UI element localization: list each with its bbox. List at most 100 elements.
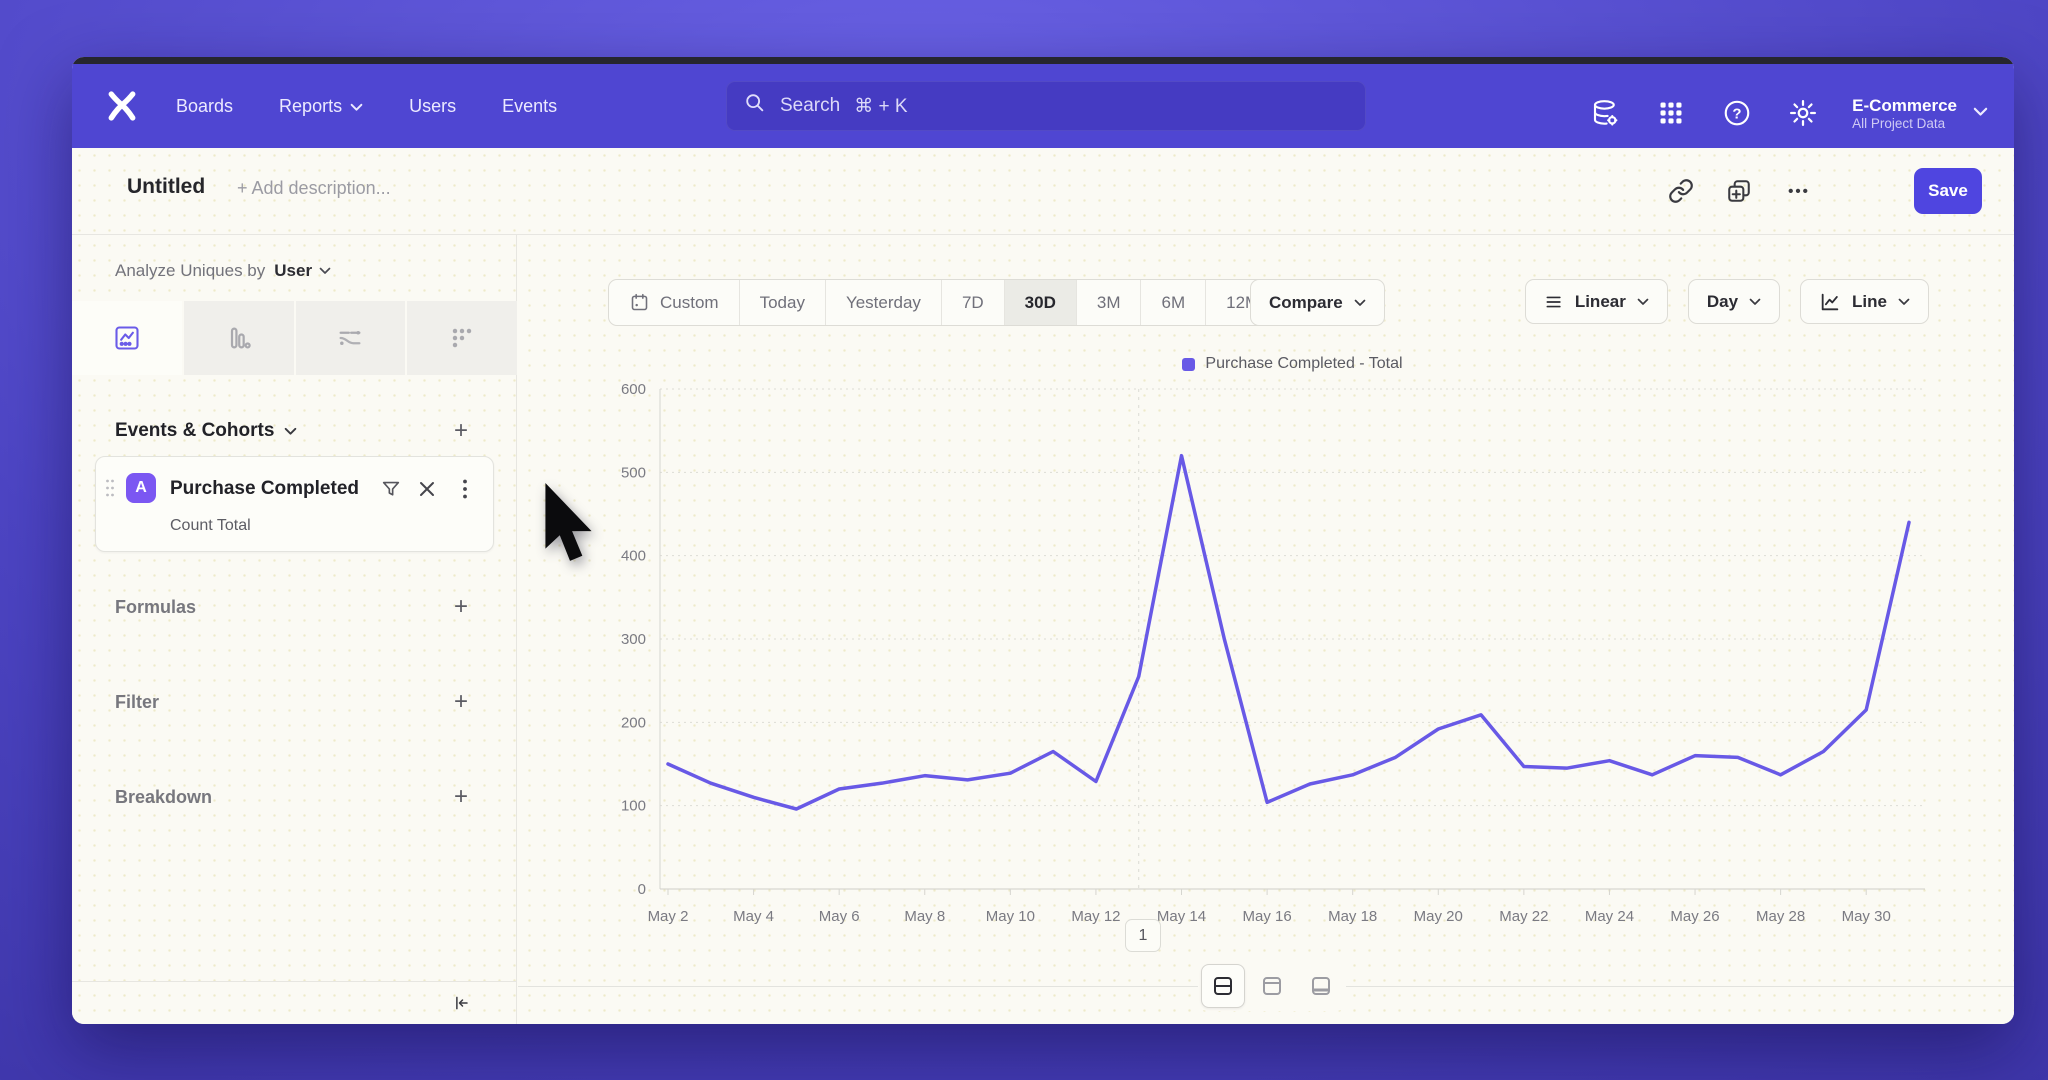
nav-link-label: Boards — [176, 96, 233, 117]
remove-event-button[interactable] — [413, 475, 441, 503]
event-menu-button[interactable] — [451, 475, 479, 503]
query-sidebar: Analyze Uniques by User — [72, 235, 517, 1024]
search-label: Search — [780, 95, 840, 117]
events-cohorts-header[interactable]: Events & Cohorts — [115, 411, 297, 451]
app-content: Untitled + Add description... ••• Save — [72, 148, 2014, 1024]
data-management-button[interactable] — [1588, 96, 1622, 130]
layout-top-button[interactable] — [1250, 964, 1294, 1008]
range-7d[interactable]: 7D — [941, 280, 1004, 325]
events-cohorts-label: Events & Cohorts — [115, 420, 274, 442]
chevron-down-icon — [1973, 104, 1988, 122]
collapse-sidebar-button[interactable] — [446, 988, 476, 1018]
section-filter-label: Filter — [115, 682, 159, 722]
pagination-badge[interactable]: 1 — [1125, 919, 1161, 952]
interval-label: Day — [1707, 292, 1738, 312]
add-filter-button[interactable]: + — [446, 687, 476, 717]
legend-label: Purchase Completed - Total — [1205, 355, 1402, 373]
svg-text:May 8: May 8 — [904, 908, 945, 925]
add-formula-button[interactable]: + — [446, 592, 476, 622]
collapse-left-icon — [452, 991, 470, 1015]
svg-text:May 4: May 4 — [733, 908, 774, 925]
question-glyph: ? — [1733, 105, 1742, 122]
close-icon — [418, 480, 436, 498]
nav-link-events[interactable]: Events — [502, 96, 557, 117]
range-label: 7D — [962, 293, 984, 313]
layout-switcher — [1198, 961, 1346, 1011]
range-today[interactable]: Today — [739, 280, 825, 325]
tab-retention[interactable] — [405, 301, 517, 375]
chevron-down-icon — [350, 96, 363, 117]
settings-button[interactable] — [1786, 96, 1820, 130]
range-3m[interactable]: 3M — [1076, 280, 1141, 325]
chevron-down-icon — [1898, 298, 1910, 306]
nav-right-group: ? E-Commerce All Project Data — [1588, 71, 1988, 155]
event-metric[interactable]: Count Total — [170, 517, 251, 535]
event-filter-button[interactable] — [377, 475, 405, 503]
legend-swatch — [1182, 358, 1195, 371]
duplicate-button[interactable] — [1722, 174, 1756, 208]
database-icon — [1590, 98, 1620, 128]
calendar-icon — [629, 292, 650, 313]
help-button[interactable]: ? — [1720, 96, 1754, 130]
layout-split-button[interactable] — [1201, 964, 1245, 1008]
report-title[interactable]: Untitled — [127, 175, 205, 199]
section-formulas-label: Formulas — [115, 587, 196, 627]
svg-text:May 10: May 10 — [986, 908, 1035, 925]
line-chart-icon — [1819, 291, 1841, 313]
range-custom[interactable]: Custom — [609, 280, 739, 325]
mixpanel-logo[interactable] — [102, 86, 142, 126]
save-button[interactable]: Save — [1914, 168, 1982, 214]
nav-link-users[interactable]: Users — [409, 96, 456, 117]
chevron-down-icon — [1637, 298, 1649, 306]
bar-chart-icon — [225, 324, 253, 352]
retention-icon — [448, 324, 476, 352]
nav-link-reports[interactable]: Reports — [279, 96, 363, 117]
project-switcher[interactable]: E-Commerce All Project Data — [1852, 95, 1988, 131]
svg-text:500: 500 — [621, 464, 646, 481]
svg-text:May 24: May 24 — [1585, 908, 1634, 925]
chart-type-button[interactable]: Line — [1800, 279, 1929, 324]
ellipsis-icon: ••• — [1788, 183, 1810, 200]
plus-icon: + — [454, 417, 468, 445]
line-chart: 0100200300400500600May 2May 4May 6May 8M… — [600, 381, 1940, 941]
more-options-button[interactable]: ••• — [1782, 174, 1816, 208]
nav-link-boards[interactable]: Boards — [176, 96, 233, 117]
svg-text:May 16: May 16 — [1243, 908, 1292, 925]
chevron-down-icon — [284, 427, 297, 436]
event-badge: A — [126, 473, 156, 503]
flows-icon — [336, 324, 364, 352]
project-scope: All Project Data — [1852, 116, 1957, 131]
svg-text:May 12: May 12 — [1071, 908, 1120, 925]
linear-scale-icon — [1544, 292, 1564, 312]
add-breakdown-button[interactable]: + — [446, 782, 476, 812]
range-30d[interactable]: 30D — [1004, 280, 1076, 325]
interval-button[interactable]: Day — [1688, 279, 1780, 324]
analyze-uniques-dropdown[interactable]: User — [274, 261, 331, 281]
section-breakdown-label: Breakdown — [115, 777, 212, 817]
copy-link-button[interactable] — [1664, 174, 1698, 208]
layout-bottom-button[interactable] — [1299, 964, 1343, 1008]
tab-insights[interactable] — [72, 301, 182, 375]
add-description-button[interactable]: + Add description... — [237, 178, 391, 199]
chevron-down-icon — [319, 267, 331, 275]
window-top-edge — [72, 57, 2014, 64]
scale-button[interactable]: Linear — [1525, 279, 1668, 324]
range-label: Yesterday — [846, 293, 921, 313]
chart-type-label: Line — [1852, 292, 1887, 312]
report-panel: Custom Today Yesterday 7D 30D 3M 6M 12M … — [518, 235, 2014, 1024]
range-yesterday[interactable]: Yesterday — [825, 280, 941, 325]
range-6m[interactable]: 6M — [1140, 280, 1205, 325]
range-label: Custom — [660, 293, 719, 313]
gear-icon — [1788, 98, 1818, 128]
add-event-button[interactable]: + — [446, 416, 476, 446]
compare-button[interactable]: Compare — [1250, 279, 1385, 326]
apps-grid-button[interactable] — [1654, 96, 1688, 130]
svg-text:May 22: May 22 — [1499, 908, 1548, 925]
tab-bar-chart[interactable] — [182, 301, 294, 375]
event-card[interactable]: A Purchase Completed Count Total — [95, 456, 494, 552]
kebab-icon — [462, 478, 468, 500]
title-bar: Untitled + Add description... ••• Save — [72, 148, 2014, 235]
tab-flows[interactable] — [294, 301, 406, 375]
drag-handle-icon[interactable] — [104, 477, 116, 504]
search-input[interactable]: Search ⌘ + K — [726, 81, 1366, 131]
